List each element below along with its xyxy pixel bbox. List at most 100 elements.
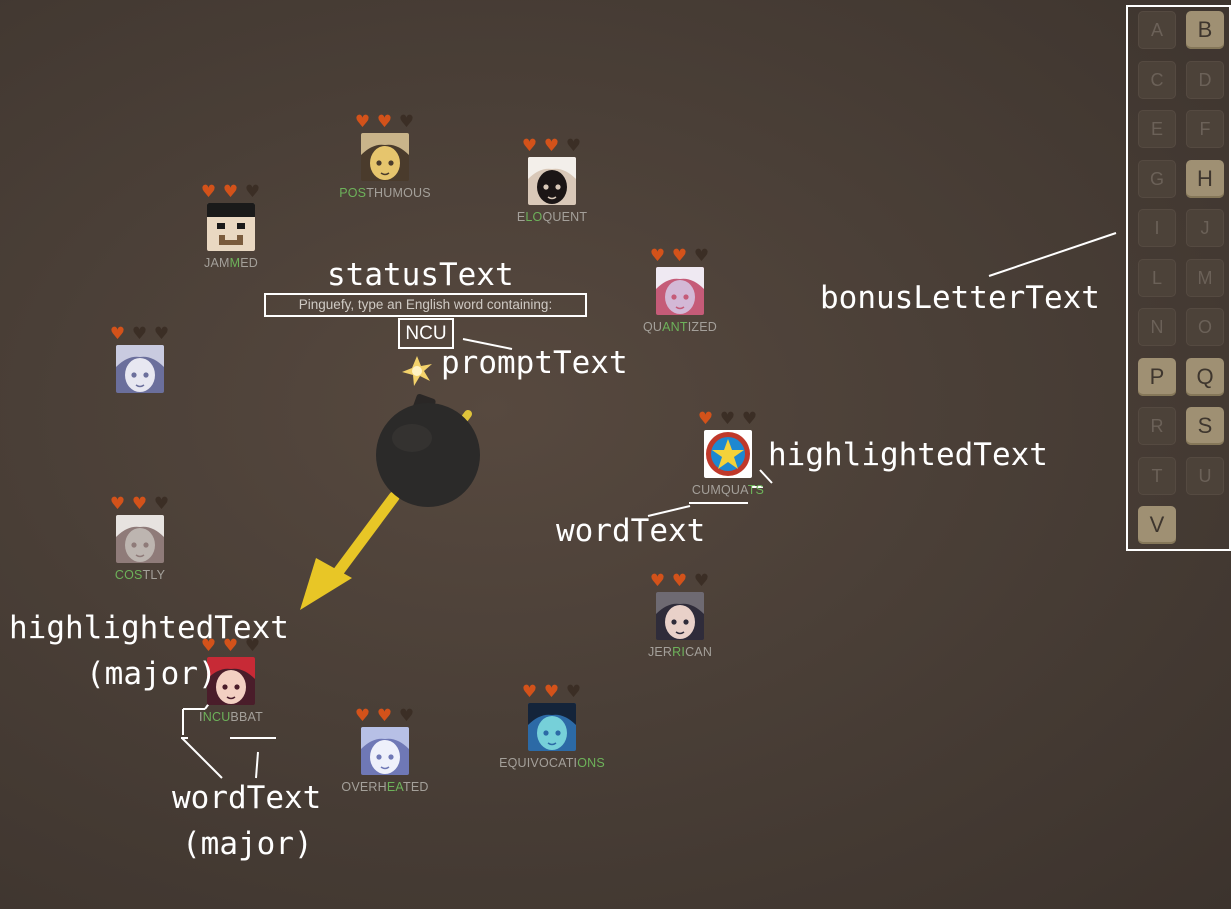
highlighted-text: LO [525,210,543,224]
lives: ♥ ♥ ♥ [492,137,612,155]
annotation-prompt: promptText [441,345,628,381]
bonus-letter-i: I [1138,209,1176,247]
heart-empty-icon: ♥ [153,494,171,514]
avatar [361,727,409,775]
bonus-letter-m: M [1186,258,1224,297]
player-quantized: ♥ ♥ ♥ QUANTIZED [620,247,740,334]
word-text: OVERHEATED [325,780,445,794]
annotation-status: statusText [327,257,514,293]
heart-empty-icon: ♥ [398,706,416,726]
heart-icon: ♥ [521,682,539,702]
annotation-highlighted-major: highlightedText [9,610,289,646]
heart-icon: ♥ [521,136,539,156]
lives: ♥ ♥ ♥ [171,183,291,201]
word-post: ED [240,256,258,270]
highlighted-text: ONS [577,756,605,770]
bonus-letter-g: G [1138,159,1176,198]
word-pre: JAM [204,256,230,270]
heart-icon: ♥ [543,682,561,702]
bonus-letter-v: V [1138,506,1176,544]
word-text: JAMMED [171,256,291,270]
word-post: BBAT [230,710,263,724]
heart-empty-icon: ♥ [398,112,416,132]
heart-icon: ♥ [354,706,372,726]
word-post: CAN [685,645,713,659]
lives: ♥ ♥ ♥ [80,495,200,513]
highlighted-text: COS [114,568,143,582]
lives: ♥ ♥ ♥ [325,707,445,725]
highlighted-text: M [229,256,241,270]
heart-icon: ♥ [376,112,394,132]
avatar [528,703,576,751]
heart-icon: ♥ [649,246,667,266]
heart-icon: ♥ [697,409,715,429]
bonus-letter-p: P [1138,357,1176,396]
bonus-letter-t: T [1138,456,1176,495]
annotation-word-major: wordText [172,780,322,816]
avatar [528,157,576,205]
bonus-letter-f: F [1186,110,1224,148]
heart-empty-icon: ♥ [565,682,583,702]
heart-icon: ♥ [109,324,127,344]
avatar [656,267,704,315]
highlighted-text: POS [339,186,367,200]
annotation-highlighted-major-suffix: (major) [86,656,217,692]
avatar [656,592,704,640]
annotation-highlighted: highlightedText [768,437,1048,473]
word-text: ELOQUENT [492,210,612,224]
bonus-letter-q: Q [1186,357,1224,396]
player-costly: ♥ ♥ ♥ COSTLY [80,495,200,582]
heart-icon: ♥ [200,182,218,202]
bonus-letter-c: C [1138,60,1176,99]
bonus-letter-l: L [1138,258,1176,297]
word-post: TLY [142,568,166,582]
bonus-letter-a: A [1138,11,1176,49]
player-eloquent: ♥ ♥ ♥ ELOQUENT [492,137,612,224]
bonus-letter-n: N [1138,308,1176,346]
heart-empty-icon: ♥ [741,409,759,429]
bomb-icon [376,393,480,507]
highlighted-text: NCU [202,710,231,724]
avatar [207,203,255,251]
player-noword: ♥ ♥ ♥ [80,325,200,398]
annotation-word: wordText [556,513,706,549]
player-equivocations: ♥ ♥ ♥ EQUIVOCATIONS [492,683,612,770]
highlighted-text: EA [386,780,403,794]
annotation-word-major-suffix: (major) [182,826,313,862]
bonus-letter-panel: ABCDEFGHIJLMNOPQRSTUV [1126,5,1231,551]
word-text: QUANTIZED [620,320,740,334]
bonus-letter-d: D [1186,60,1224,99]
heart-icon: ♥ [671,246,689,266]
heart-empty-icon: ♥ [693,246,711,266]
status-text: Pinguefy, type an English word containin… [264,293,587,317]
word-post: TED [403,780,429,794]
heart-icon: ♥ [109,494,127,514]
lives: ♥ ♥ ♥ [80,325,200,343]
heart-icon: ♥ [649,571,667,591]
word-text: CUMQUATS [668,483,788,497]
avatar [704,430,752,478]
bonus-letter-j: J [1186,209,1224,247]
word-text: INCUBBAT [171,710,291,724]
bonus-letter-u: U [1186,456,1224,495]
word-text: POSTHUMOUS [325,186,445,200]
heart-empty-icon: ♥ [565,136,583,156]
lives: ♥ ♥ ♥ [620,247,740,265]
word-pre: EQUIVOCATI [499,756,578,770]
heart-icon: ♥ [376,706,394,726]
heart-icon: ♥ [543,136,561,156]
bonus-letter-h: H [1186,159,1224,198]
highlighted-text: RI [672,645,686,659]
lives: ♥ ♥ ♥ [620,572,740,590]
bonus-letter-o: O [1186,308,1224,346]
avatar [116,515,164,563]
heart-empty-icon: ♥ [131,324,149,344]
highlighted-text: TS [747,483,765,497]
annotation-bonus: bonusLetterText [820,280,1100,316]
heart-icon: ♥ [222,182,240,202]
heart-empty-icon: ♥ [244,182,262,202]
heart-icon: ♥ [671,571,689,591]
word-pre: OVERH [341,780,387,794]
player-overheated: ♥ ♥ ♥ OVERHEATED [325,707,445,794]
word-pre: CUMQUA [691,483,748,497]
